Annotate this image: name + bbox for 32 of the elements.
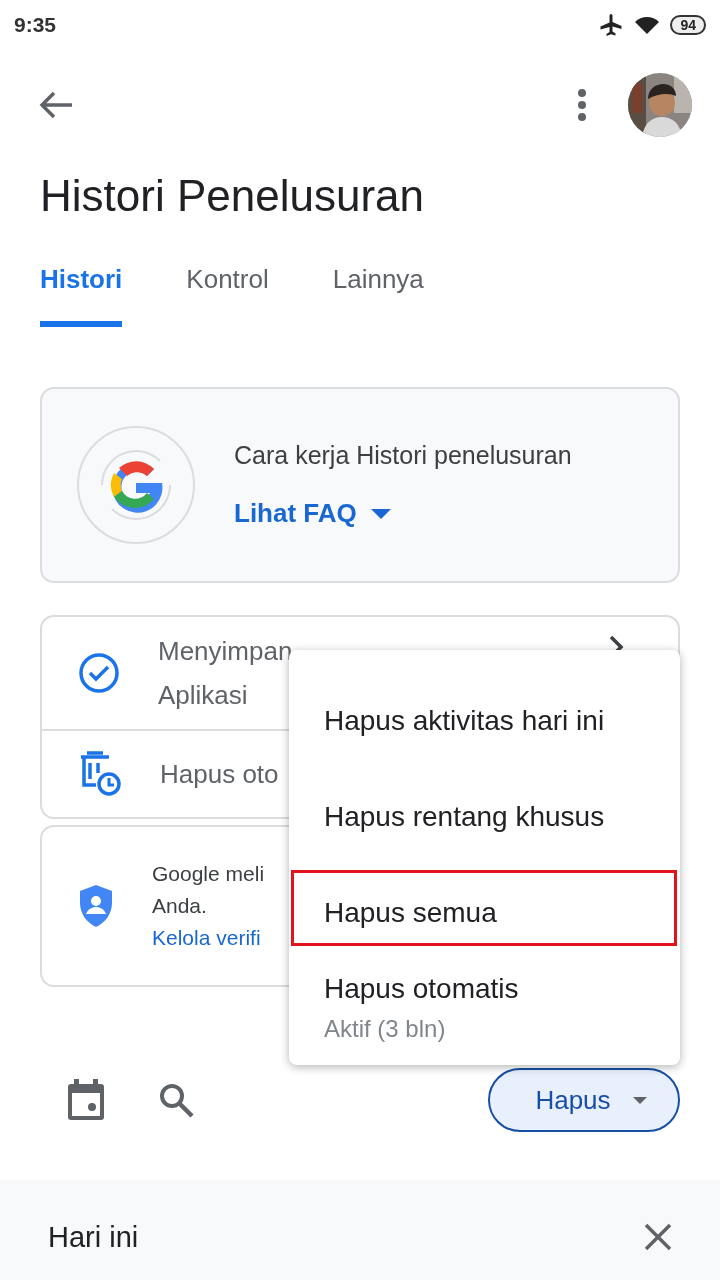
check-circle-icon [78, 652, 120, 694]
verification-text: Google meli [152, 861, 265, 887]
section-title: Hari ini [48, 1220, 139, 1254]
menu-item[interactable]: Hapus rentang khusus [291, 774, 677, 850]
caret-icon [370, 508, 391, 519]
battery-icon: 94 [670, 15, 706, 35]
settings-text[interactable]: Hapus oto [160, 752, 279, 796]
faq-link[interactable]: Lihat FAQ [234, 498, 572, 529]
shield-user-icon [78, 884, 114, 928]
caret-icon [632, 1096, 647, 1104]
settings-text[interactable]: Menyimpan Aplikasi [158, 629, 293, 717]
page-title: Histori Penelusuran [40, 170, 425, 222]
back-icon[interactable] [38, 90, 74, 120]
more-icon[interactable] [578, 89, 586, 121]
menu-item[interactable]: Hapus aktivitas hari ini [291, 678, 677, 754]
menu-item[interactable]: Hapus semua [291, 870, 677, 946]
status-time: 9:35 [14, 13, 57, 37]
tab[interactable]: Histori [40, 250, 123, 327]
trash-clock-icon [78, 751, 122, 797]
tab[interactable]: Kontrol [186, 250, 269, 327]
menu-item[interactable]: Hapus otomatis Aktif (3 bln) [291, 966, 677, 1046]
tab[interactable]: Lainnya [332, 250, 424, 327]
verification-text: Anda. [152, 893, 208, 919]
airplane-icon [598, 13, 625, 37]
verification-link[interactable]: Kelola verifi [152, 922, 265, 954]
delete-button[interactable]: Hapus [488, 1068, 680, 1132]
wifi-icon [634, 15, 661, 35]
calendar-icon[interactable] [66, 1078, 106, 1122]
info-title: Cara kerja Histori penelusuran [234, 441, 572, 470]
close-icon[interactable] [644, 1223, 672, 1251]
google-logo-icon [74, 423, 198, 547]
search-icon[interactable] [158, 1082, 194, 1118]
